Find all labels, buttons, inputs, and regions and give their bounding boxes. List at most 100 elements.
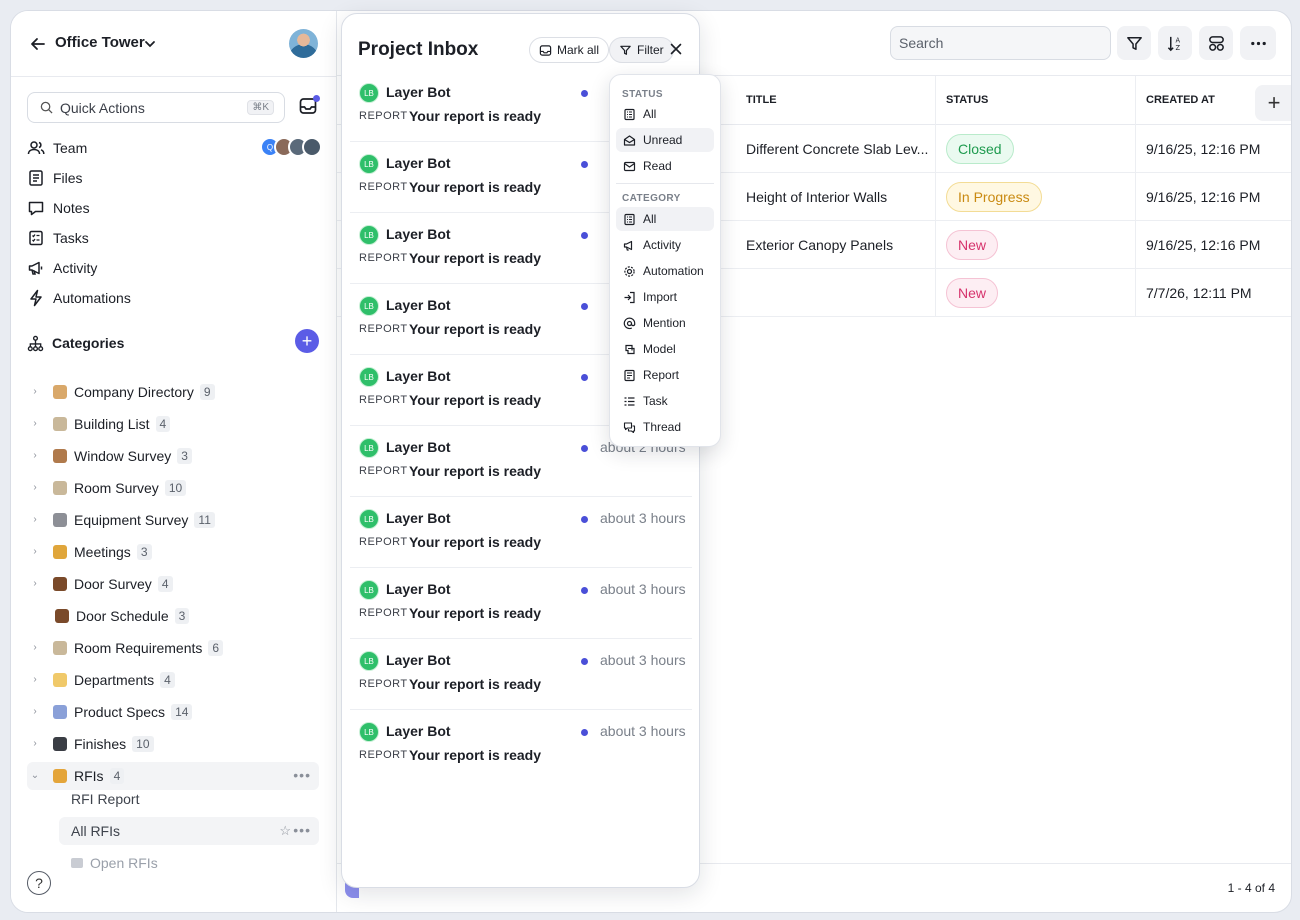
sidebar-category-item[interactable]: › Finishes 10	[29, 730, 319, 758]
user-avatar[interactable]	[289, 29, 318, 58]
category-label: Building List	[74, 416, 150, 432]
filter-option[interactable]: Thread	[616, 415, 714, 439]
created-at-cell[interactable]: 9/16/25, 12:16 PM	[1136, 221, 1291, 269]
inbox-message[interactable]: LB Layer Bot about 3 hours REPORT Your repor…	[350, 497, 692, 568]
inbox-message[interactable]: LB Layer Bot about 3 hours REPORT Your repor…	[350, 710, 692, 781]
filter-option[interactable]: All	[616, 102, 714, 126]
filter-option[interactable]: Automation	[616, 259, 714, 283]
title-cell[interactable]: Different Concrete Slab Lev...	[736, 125, 936, 173]
search-input[interactable]: Search	[890, 26, 1111, 60]
sidebar-category-item[interactable]: › Equipment Survey 11	[29, 506, 319, 534]
more-icon[interactable]: •••	[293, 767, 311, 783]
status-cell[interactable]: New	[936, 221, 1136, 269]
status-cell[interactable]: Closed	[936, 125, 1136, 173]
sidebar-category-item[interactable]: Door Schedule 3	[29, 602, 319, 630]
sidebar-item-rfi-report[interactable]: RFI Report	[59, 785, 319, 813]
sidebar-category-item[interactable]: › Room Requirements 6	[29, 634, 319, 662]
envelope-open-icon	[623, 134, 636, 146]
sidebar-category-item[interactable]: › Departments 4	[29, 666, 319, 694]
model-icon	[625, 344, 635, 354]
chevron-right-icon[interactable]	[29, 610, 43, 622]
sidebar-category-item[interactable]: › Building List 4	[29, 410, 319, 438]
chevron-right-icon[interactable]: ›	[29, 642, 41, 654]
category-label: Window Survey	[74, 448, 172, 464]
filter-option[interactable]: Task	[616, 389, 714, 413]
project-title[interactable]: Office Tower	[55, 34, 145, 51]
quick-actions-input[interactable]: Quick Actions ⌘K	[27, 92, 285, 123]
chevron-right-icon[interactable]: ›	[29, 738, 41, 750]
nav-team[interactable]: Team Q	[27, 135, 322, 161]
status-cell[interactable]: In Progress	[936, 173, 1136, 221]
chevron-right-icon[interactable]: ›	[29, 706, 41, 718]
title-cell[interactable]: Height of Interior Walls	[736, 173, 936, 221]
chevron-right-icon[interactable]: ›	[29, 450, 41, 462]
arrow-left-icon[interactable]	[29, 35, 47, 53]
sidebar-category-item[interactable]: › Window Survey 3	[29, 442, 319, 470]
chevron-down-icon[interactable]: ⌄	[29, 770, 41, 782]
created-at-cell[interactable]: 9/16/25, 12:16 PM	[1136, 125, 1291, 173]
filter-button[interactable]	[1117, 26, 1151, 60]
tasks-icon	[29, 230, 43, 246]
filter-option[interactable]: Import	[616, 285, 714, 309]
created-at-cell[interactable]: 9/16/25, 12:16 PM	[1136, 173, 1291, 221]
message-text: Your report is ready	[409, 534, 542, 550]
filter-option[interactable]: Unread	[616, 128, 714, 152]
filter-option[interactable]: Mention	[616, 311, 714, 335]
chevron-right-icon[interactable]: ›	[29, 578, 41, 590]
star-icon[interactable]: ☆	[279, 823, 291, 839]
thread-icon	[623, 421, 636, 433]
created-at-cell[interactable]: 7/7/26, 12:11 PM	[1136, 269, 1291, 317]
sidebar-category-item[interactable]: › Meetings 3	[29, 538, 319, 566]
sidebar-category-item[interactable]: › Room Survey 10	[29, 474, 319, 502]
close-icon[interactable]	[669, 42, 683, 56]
message-text: Your report is ready	[409, 321, 542, 337]
sidebar-category-item[interactable]: › Door Survey 4	[29, 570, 319, 598]
help-button[interactable]: ?	[27, 871, 51, 895]
category-count-badge: 10	[164, 480, 187, 496]
chevron-right-icon[interactable]: ›	[29, 514, 41, 526]
inbox-message[interactable]: LB Layer Bot about 3 hours REPORT Your repor…	[350, 568, 692, 639]
filter-option[interactable]: Activity	[616, 233, 714, 257]
sidebar-item-open-rfis[interactable]: Open RFIs	[59, 849, 319, 877]
nav-notes[interactable]: Notes	[27, 195, 322, 221]
chevron-right-icon[interactable]: ›	[29, 482, 41, 494]
chevron-right-icon[interactable]: ›	[29, 418, 41, 430]
inbox-message[interactable]: LB Layer Bot about 3 hours REPORT Your repor…	[350, 639, 692, 710]
sidebar-category-item[interactable]: › Product Specs 14	[29, 698, 319, 726]
sort-button[interactable]: AZ	[1158, 26, 1192, 60]
sender-name: Layer Bot	[386, 226, 451, 242]
sidebar-item-all-rfis[interactable]: All RFIs ☆ •••	[59, 817, 319, 845]
more-options-button[interactable]	[1240, 26, 1276, 60]
more-icon[interactable]: •••	[293, 822, 311, 838]
title-cell[interactable]	[736, 269, 936, 317]
sidebar-category-item[interactable]: › Company Directory 9	[29, 378, 319, 406]
nav-automations[interactable]: Automations	[27, 285, 322, 311]
filter-option[interactable]: Model	[616, 337, 714, 361]
layout-button[interactable]	[1199, 26, 1233, 60]
category-label: Finishes	[74, 736, 127, 752]
column-header-title[interactable]: TITLE	[736, 76, 936, 125]
column-header-created[interactable]: CREATED AT	[1136, 76, 1256, 125]
nav-tasks[interactable]: Tasks	[27, 225, 322, 251]
add-column-button[interactable]: +	[1255, 85, 1291, 121]
nav-activity[interactable]: Activity	[27, 255, 322, 281]
chevron-down-icon[interactable]	[144, 38, 156, 50]
category-icon	[53, 513, 67, 527]
message-text: Your report is ready	[409, 392, 542, 408]
unread-dot	[581, 90, 588, 97]
filter-option[interactable]: All	[616, 207, 714, 231]
add-category-button[interactable]: +	[295, 329, 319, 353]
chevron-right-icon[interactable]: ›	[29, 674, 41, 686]
megaphone-icon	[623, 240, 633, 251]
filter-option[interactable]: Read	[616, 154, 714, 178]
status-cell[interactable]: New	[936, 269, 1136, 317]
nav-files[interactable]: Files	[27, 165, 322, 191]
category-count-badge: 4	[157, 576, 173, 592]
filter-button[interactable]: Filter	[609, 37, 674, 63]
filter-option[interactable]: Report	[616, 363, 714, 387]
title-cell[interactable]: Exterior Canopy Panels	[736, 221, 936, 269]
chevron-right-icon[interactable]: ›	[29, 386, 41, 398]
mark-all-button[interactable]: Mark all	[529, 37, 610, 63]
column-header-status[interactable]: STATUS	[936, 76, 1136, 125]
chevron-right-icon[interactable]: ›	[29, 546, 41, 558]
